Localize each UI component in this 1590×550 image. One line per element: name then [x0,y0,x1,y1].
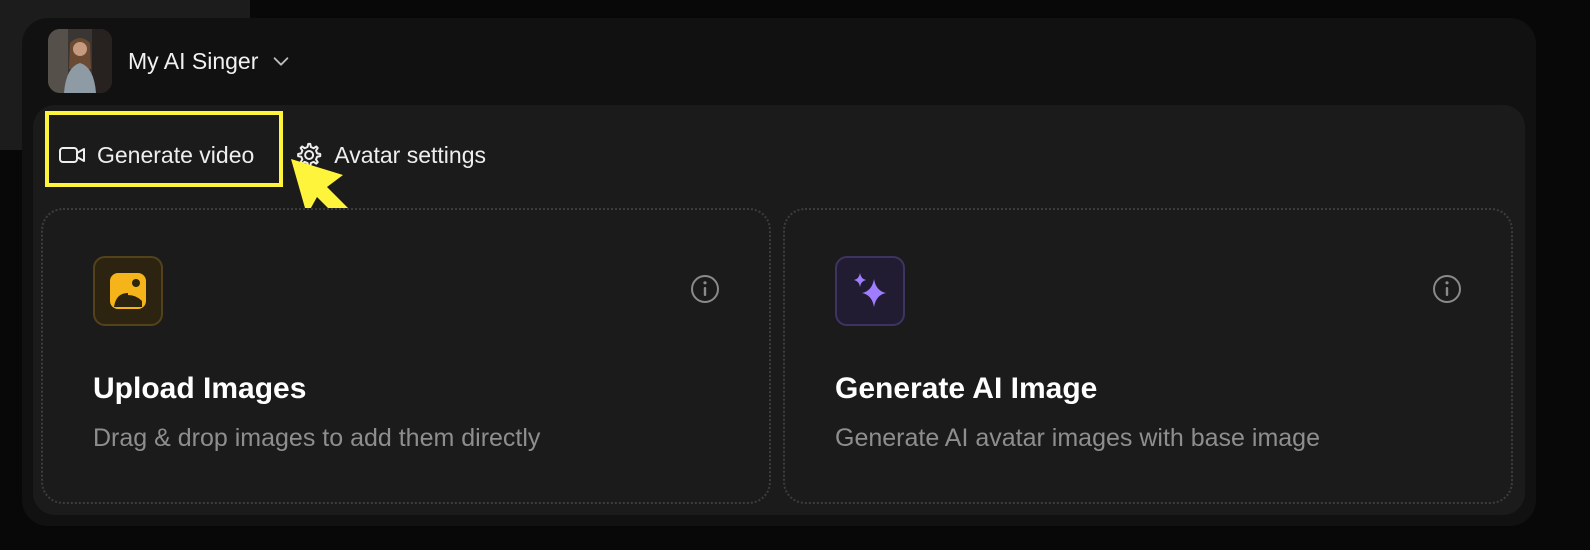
content-area: Generate video Avatar settings Upload Im… [33,105,1525,515]
avatar-selector[interactable]: My AI Singer [48,28,292,94]
info-icon[interactable] [1431,273,1463,305]
annotation-highlight-box [45,111,283,187]
upload-images-card[interactable]: Upload Images Drag & drop images to add … [41,208,771,504]
chevron-down-icon [274,57,289,66]
avatar-panel: My AI Singer Generate video Avatar setti… [22,18,1536,526]
card-subtitle: Drag & drop images to add them directly [93,424,541,452]
card-title: Upload Images [93,372,307,405]
sparkles-icon [835,256,905,326]
avatar-title: My AI Singer [128,47,259,74]
image-upload-icon [93,256,163,326]
card-subtitle: Generate AI avatar images with base imag… [835,424,1320,452]
card-title: Generate AI Image [835,372,1098,405]
avatar [48,29,112,93]
info-icon[interactable] [689,273,721,305]
generate-ai-image-card[interactable]: Generate AI Image Generate AI avatar ima… [783,208,1513,504]
